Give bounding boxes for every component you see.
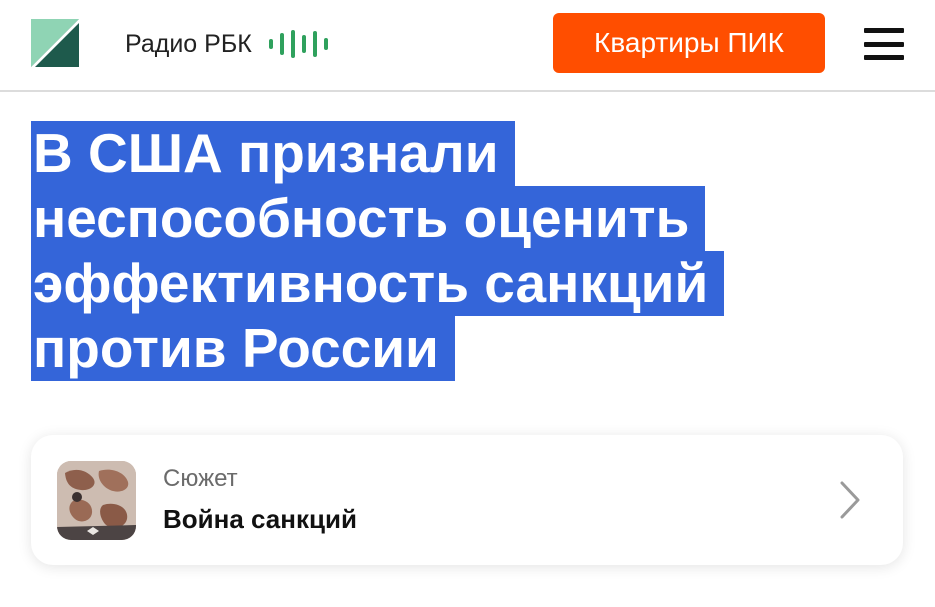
chevron-right-icon[interactable] (839, 480, 861, 520)
map-image (57, 461, 136, 540)
hamburger-icon (864, 28, 904, 33)
story-kicker: Сюжет (163, 465, 238, 492)
rbc-logo[interactable] (31, 19, 79, 67)
site-header: Радио РБК Квартиры ПИК (0, 0, 935, 92)
promo-button[interactable]: Квартиры ПИК (553, 13, 825, 73)
story-thumbnail (57, 461, 136, 540)
headline-line-4: против России (31, 316, 455, 381)
story-card[interactable]: Сюжет Война санкций (31, 435, 903, 565)
story-title: Война санкций (163, 504, 357, 534)
radio-rbc-link[interactable]: Радио РБК (125, 26, 330, 62)
headline-line-1: В США признали (31, 121, 515, 186)
headline-line-3: эффективность санкций (31, 251, 725, 316)
logo-mark-icon (31, 19, 79, 67)
menu-button[interactable] (864, 28, 904, 60)
headline-line-2: неспособность оценить (31, 186, 706, 251)
audio-wave-icon (268, 30, 328, 58)
article-headline: В США признали неспособность оценить эффек… (31, 121, 831, 381)
radio-rbc-label: Радио РБК (125, 29, 252, 58)
